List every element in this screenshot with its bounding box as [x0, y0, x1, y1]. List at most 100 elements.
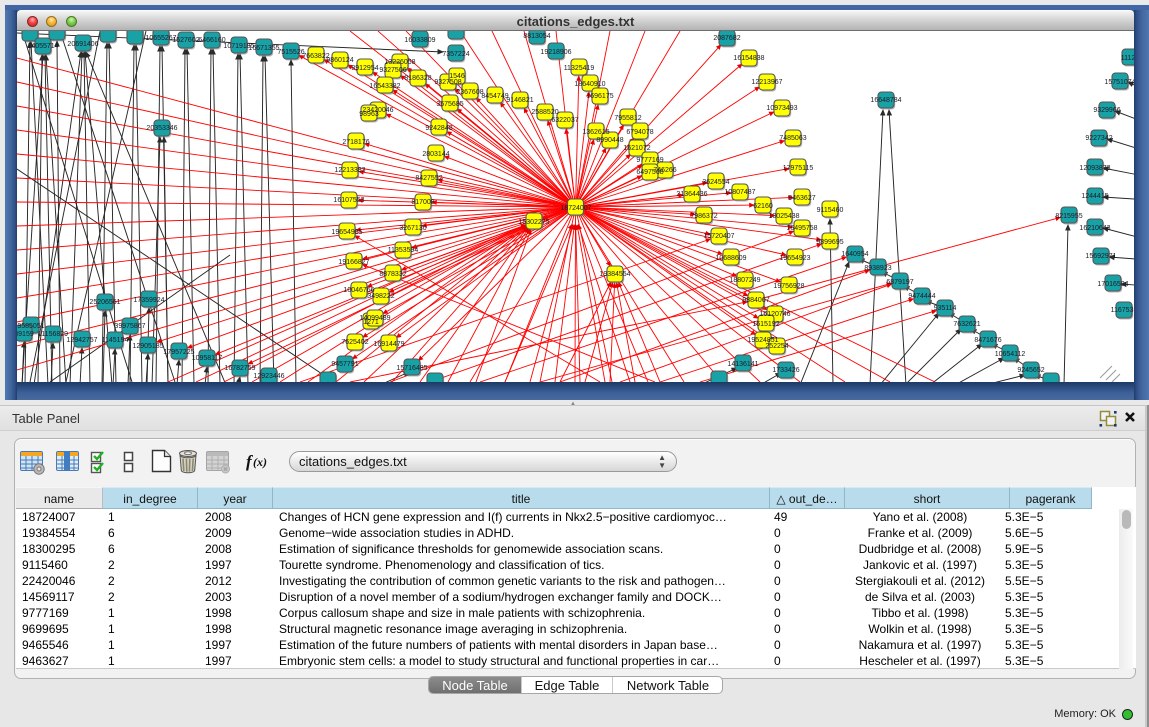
svg-text:19654923: 19654923 — [779, 255, 810, 262]
svg-text:16648784: 16648784 — [870, 97, 901, 104]
svg-text:1244415: 1244415 — [1081, 193, 1108, 200]
svg-text:10025438: 10025438 — [768, 213, 799, 220]
svg-text:15751074: 15751074 — [1104, 79, 1134, 86]
svg-text:8990448: 8990448 — [596, 137, 623, 144]
svg-text:10688609: 10688609 — [715, 255, 746, 262]
svg-text:2718176: 2718176 — [342, 139, 369, 146]
svg-text:8813054: 8813054 — [523, 33, 550, 40]
svg-text:10958117: 10958117 — [192, 355, 223, 362]
svg-text:15302275: 15302275 — [518, 219, 549, 226]
svg-text:15720407: 15720407 — [703, 233, 734, 240]
svg-text:8471676: 8471676 — [974, 337, 1001, 344]
svg-text:18640910: 18640910 — [574, 81, 605, 88]
svg-text:10654112: 10654112 — [995, 351, 1026, 358]
svg-text:12093873: 12093873 — [1079, 165, 1110, 172]
svg-text:8186328: 8186328 — [404, 75, 431, 82]
svg-text:12213383: 12213383 — [334, 167, 365, 174]
svg-text:21364436: 21364436 — [676, 191, 707, 198]
svg-text:20353346: 20353346 — [146, 125, 177, 132]
svg-text:98963: 98963 — [359, 111, 379, 118]
svg-text:11325419: 11325419 — [564, 65, 595, 72]
svg-text:11156829: 11156829 — [38, 331, 68, 338]
svg-text:62160: 62160 — [753, 203, 773, 210]
svg-text:9457791: 9457791 — [331, 361, 358, 368]
svg-text:1615192: 1615192 — [752, 321, 779, 328]
svg-text:2588520: 2588520 — [531, 109, 558, 116]
svg-text:20691406: 20691406 — [67, 41, 98, 48]
svg-text:16914479: 16914479 — [373, 341, 404, 348]
svg-text:1640954: 1640954 — [841, 251, 868, 258]
svg-text:15692971: 15692971 — [1085, 253, 1116, 260]
svg-text:39975867: 39975867 — [114, 323, 145, 330]
svg-text:11353594: 11353594 — [388, 247, 419, 254]
svg-text:7625402: 7625402 — [341, 339, 368, 346]
svg-text:17975115: 17975115 — [783, 165, 814, 172]
svg-text:6322037: 6322037 — [551, 117, 578, 124]
svg-text:7485063: 7485063 — [779, 135, 806, 142]
svg-text:10973493: 10973493 — [766, 105, 797, 112]
svg-text:14136141: 14136141 — [727, 361, 758, 368]
svg-text:9327506: 9327506 — [379, 67, 406, 74]
svg-text:9115460: 9115460 — [817, 207, 844, 214]
svg-text:16107553: 16107553 — [333, 197, 364, 204]
svg-text:3624554: 3624554 — [702, 179, 729, 186]
svg-text:3675685: 3675685 — [436, 101, 463, 108]
svg-text:16210643: 16210643 — [1079, 225, 1110, 232]
svg-text:19654985: 19654985 — [331, 229, 362, 236]
svg-text:9327508: 9327508 — [434, 79, 461, 86]
svg-text:9884067: 9884067 — [742, 297, 769, 304]
svg-text:19384554: 19384554 — [599, 271, 630, 278]
svg-text:12923446: 12923446 — [253, 373, 284, 380]
svg-text:16154838: 16154838 — [733, 55, 764, 62]
svg-text:252254: 252254 — [765, 343, 788, 350]
svg-text:16033809: 16033809 — [404, 37, 435, 44]
svg-text:17359924: 17359924 — [133, 297, 164, 304]
svg-text:17016504: 17016504 — [1097, 281, 1128, 288]
svg-text:13226058: 13226058 — [384, 59, 415, 66]
svg-text:16671355: 16671355 — [248, 45, 279, 52]
svg-text:12213967: 12213967 — [751, 79, 782, 86]
svg-text:1621072: 1621072 — [623, 145, 650, 152]
svg-text:16120746: 16120746 — [759, 311, 790, 318]
svg-text:18724007: 18724007 — [560, 205, 591, 212]
svg-text:17957225: 17957225 — [163, 349, 194, 356]
svg-text:8912954: 8912954 — [351, 65, 378, 72]
svg-text:14055714: 14055714 — [27, 43, 58, 50]
svg-text:9585051: 9585051 — [17, 323, 44, 330]
svg-text:9474444: 9474444 — [908, 293, 935, 300]
svg-text:19756928: 19756928 — [773, 283, 804, 290]
svg-text:12942757: 12942757 — [66, 337, 97, 344]
svg-text:8215955: 8215955 — [1055, 213, 1082, 220]
svg-text:9146821: 9146821 — [506, 97, 533, 104]
svg-text:1362615: 1362615 — [582, 129, 609, 136]
svg-text:7632621: 7632621 — [953, 321, 980, 328]
svg-text:9777169: 9777169 — [636, 157, 663, 164]
svg-text:1696175: 1696175 — [586, 93, 613, 100]
svg-text:3498222: 3498222 — [367, 293, 394, 300]
svg-text:8454749: 8454749 — [481, 93, 508, 100]
svg-text:8938923: 8938923 — [864, 265, 891, 272]
svg-text:9245652: 9245652 — [1017, 367, 1044, 374]
svg-text:3267130: 3267130 — [399, 225, 426, 232]
svg-text:19166827: 19166827 — [338, 259, 369, 266]
svg-text:6466160: 6466160 — [198, 37, 225, 44]
svg-text:12905185: 12905185 — [132, 343, 163, 350]
svg-text:935114: 935114 — [934, 305, 957, 312]
svg-text:25206561: 25206561 — [89, 299, 120, 306]
svg-text:9227342: 9227342 — [1085, 135, 1112, 142]
svg-text:19218906: 19218906 — [540, 49, 571, 56]
svg-text:6879197: 6879197 — [886, 279, 913, 286]
svg-text:8427552: 8427552 — [415, 175, 442, 182]
svg-text:14099489: 14099489 — [359, 315, 390, 322]
svg-text:10807487: 10807487 — [724, 189, 755, 196]
svg-text:1145194: 1145194 — [102, 337, 129, 344]
svg-text:7955812: 7955812 — [614, 115, 641, 122]
svg-text:15716485: 15716485 — [396, 365, 427, 372]
svg-text:16782759: 16782759 — [224, 365, 255, 372]
svg-text:9899695: 9899695 — [816, 239, 843, 246]
svg-text:2087682: 2087682 — [713, 35, 740, 42]
svg-text:7357224: 7357224 — [442, 51, 469, 58]
svg-text:1733426: 1733426 — [772, 367, 799, 374]
svg-text:817008: 817008 — [411, 199, 434, 206]
svg-text:7515526: 7515526 — [277, 49, 304, 56]
